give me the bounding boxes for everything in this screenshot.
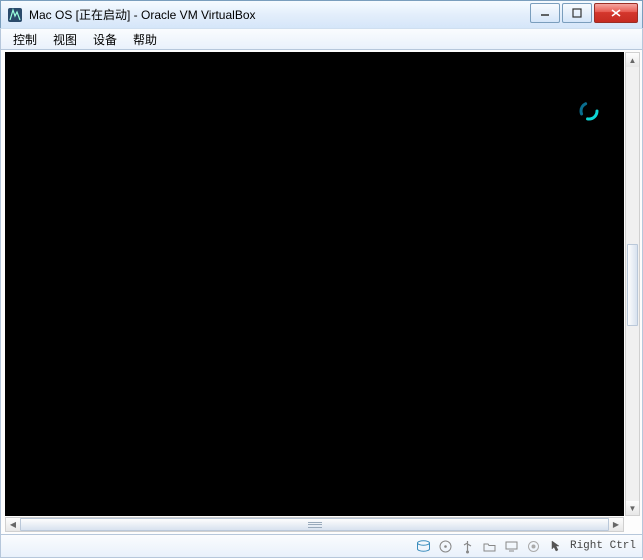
scroll-left-arrow-icon[interactable]: ◀ <box>6 518 20 531</box>
client-area: ▲ ▼ ◀ ▶ <box>0 50 643 534</box>
shared-folder-icon[interactable] <box>482 538 498 554</box>
status-bar: Right Ctrl <box>0 534 643 558</box>
host-key-label: Right Ctrl <box>570 540 636 552</box>
usb-icon[interactable] <box>460 538 476 554</box>
menu-devices[interactable]: 设备 <box>85 29 125 50</box>
menu-bar: 控制 视图 设备 帮助 <box>0 28 643 50</box>
menu-control[interactable]: 控制 <box>5 29 45 50</box>
vertical-scrollbar[interactable]: ▲ ▼ <box>625 52 640 516</box>
window-controls <box>528 3 638 23</box>
window-title: Mac OS [正在启动] - Oracle VM VirtualBox <box>29 6 256 23</box>
horizontal-scroll-thumb[interactable] <box>20 518 609 531</box>
loading-spinner-icon <box>578 100 600 122</box>
close-button[interactable] <box>594 3 638 23</box>
scroll-up-arrow-icon[interactable]: ▲ <box>626 53 639 67</box>
menu-help[interactable]: 帮助 <box>125 29 165 50</box>
window-titlebar: Mac OS [正在启动] - Oracle VM VirtualBox <box>0 0 643 28</box>
mouse-integration-icon[interactable] <box>548 538 564 554</box>
recording-icon[interactable] <box>526 538 542 554</box>
hard-disk-icon[interactable] <box>416 538 432 554</box>
vertical-scroll-thumb[interactable] <box>627 244 638 326</box>
display-icon[interactable] <box>504 538 520 554</box>
optical-drive-icon[interactable] <box>438 538 454 554</box>
horizontal-scrollbar[interactable]: ◀ ▶ <box>5 517 624 532</box>
vm-display[interactable] <box>5 52 624 516</box>
scroll-down-arrow-icon[interactable]: ▼ <box>626 501 639 515</box>
maximize-button[interactable] <box>562 3 592 23</box>
minimize-button[interactable] <box>530 3 560 23</box>
horizontal-scroll-track[interactable] <box>20 518 609 531</box>
menu-view[interactable]: 视图 <box>45 29 85 50</box>
app-icon <box>7 7 23 23</box>
scroll-right-arrow-icon[interactable]: ▶ <box>609 518 623 531</box>
